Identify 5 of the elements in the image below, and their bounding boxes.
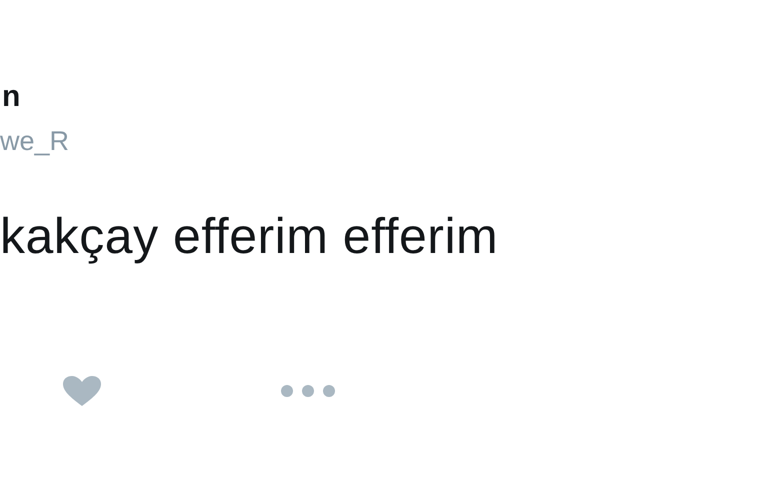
author-handle: we_R	[0, 125, 70, 158]
heart-icon[interactable]	[62, 375, 102, 407]
author-name: n	[1, 80, 20, 114]
more-icon[interactable]	[280, 384, 336, 398]
tweet-text: kakçay efferim efferim	[0, 207, 498, 266]
